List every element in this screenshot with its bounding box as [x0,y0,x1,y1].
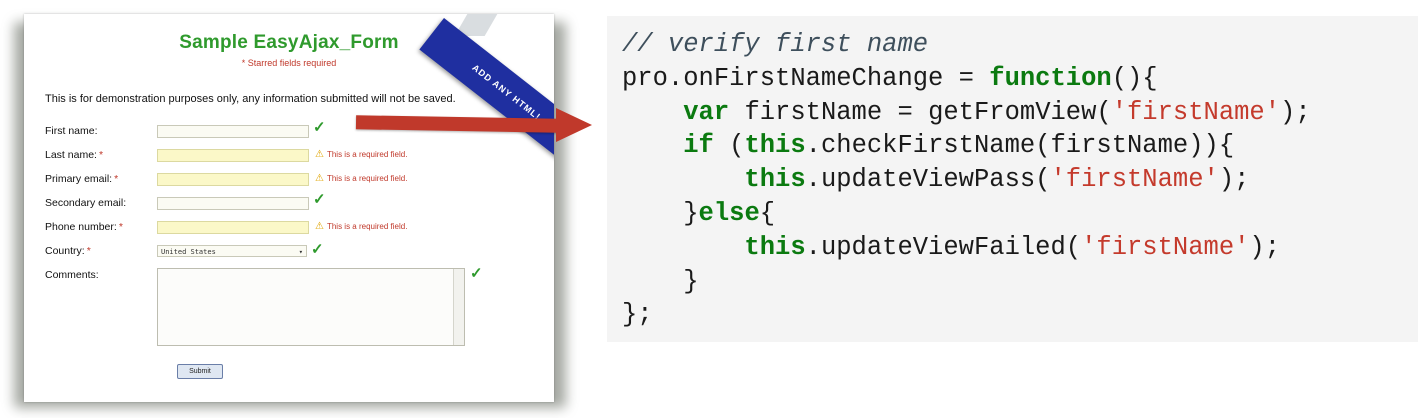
primary-email-label: Primary email: * [45,173,119,185]
code-keyword: else [698,198,760,228]
country-label: Country: * [45,245,91,257]
secondary-email-check-icon: ✓ [313,191,326,208]
comments-textarea[interactable] [157,268,465,346]
code-keyword: this [744,232,806,262]
secondary-email-label: Secondary email: [45,197,127,209]
form-subtitle: * Starred fields required [241,58,337,68]
code-keyword: if [683,131,714,161]
first-name-check-icon: ✓ [313,119,326,136]
code-token: ); [1280,97,1311,127]
comments-check-icon: ✓ [470,265,483,282]
primary-email-error: ⚠ This is a required field. [315,173,408,184]
code-keyword: function [989,63,1112,93]
code-token: (){ [1111,63,1158,93]
code-token: firstName = getFromView( [729,97,1112,127]
sample-form-screenshot: ADD ANY HTML! Sample EasyAjax_Form * Sta… [24,14,554,402]
code-keyword: var [683,97,730,127]
country-select[interactable]: United States ▾ [157,245,307,257]
code-string: 'firstName' [1111,97,1281,127]
first-name-input[interactable] [157,125,309,138]
phone-number-input[interactable] [157,221,309,234]
secondary-email-input[interactable] [157,197,309,210]
code-token: .updateViewPass( [805,165,1051,195]
code-panel: // verify first name pro.onFirstNameChan… [607,16,1418,342]
arrow-right-icon [556,108,592,142]
code-comment: // verify first name [622,30,929,59]
code-string: 'firstName' [1050,165,1219,195]
code-token: { [759,198,776,228]
warning-icon: ⚠ [315,221,324,232]
form-notice: This is for demonstration purposes only,… [45,93,456,105]
code-token: } [683,266,699,296]
code-token: } [683,198,699,228]
code-token: ( [713,131,745,161]
code-token: ); [1249,232,1281,262]
code-keyword: this [744,131,806,161]
submit-button[interactable]: Submit [177,364,223,379]
warning-icon: ⚠ [315,149,324,160]
code-token: pro.onFirstNameChange = [622,63,990,93]
country-check-icon: ✓ [311,241,324,258]
code-string: 'firstName' [1081,232,1250,262]
code-keyword: this [744,165,806,195]
form-title: Sample EasyAjax_Form [179,32,399,53]
phone-number-error: ⚠ This is a required field. [315,221,408,232]
primary-email-input[interactable] [157,173,309,186]
code-token: .checkFirstName(firstName)){ [805,131,1235,161]
chevron-down-icon: ▾ [298,248,303,256]
code-block: // verify first name pro.onFirstNameChan… [622,28,1311,332]
warning-icon: ⚠ [315,173,324,184]
comments-label: Comments: [45,269,99,281]
code-token: ); [1218,165,1250,195]
textarea-scrollbar[interactable] [453,269,464,345]
last-name-input[interactable] [157,149,309,162]
last-name-label: Last name: * [45,149,104,161]
code-token: }; [622,300,653,330]
code-token: .updateViewFailed( [805,232,1082,262]
first-name-label: First name: [45,125,98,137]
last-name-error: ⚠ This is a required field. [315,149,408,160]
phone-number-label: Phone number: * [45,221,123,233]
